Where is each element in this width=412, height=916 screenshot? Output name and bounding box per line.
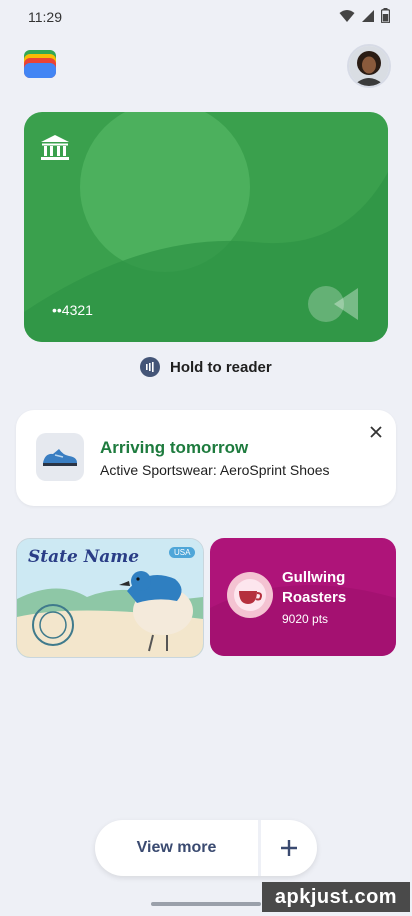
home-indicator[interactable] xyxy=(151,902,261,906)
plus-icon[interactable] xyxy=(261,820,317,876)
watermark-label: apkjust.com xyxy=(262,882,410,912)
view-more-button[interactable]: View more xyxy=(95,820,258,876)
close-icon[interactable] xyxy=(364,420,388,444)
shoe-thumbnail xyxy=(36,433,84,481)
wallet-logo[interactable] xyxy=(24,50,56,78)
id-card[interactable]: State Name USA xyxy=(16,538,204,658)
id-card-title: State Name xyxy=(28,547,140,567)
profile-avatar[interactable] xyxy=(347,44,391,88)
wifi-icon xyxy=(339,9,355,22)
battery-icon xyxy=(381,8,390,23)
bank-card[interactable]: ••4321 xyxy=(24,112,388,342)
hold-to-reader: Hold to reader xyxy=(140,356,272,378)
card-number: ••4321 xyxy=(52,302,93,318)
bottom-bar: View more xyxy=(95,820,317,876)
status-bar: 11:29 xyxy=(0,0,412,34)
loyalty-card-name: Gullwing Roasters xyxy=(282,569,347,606)
delivery-title: Arriving tomorrow xyxy=(100,438,249,457)
loyalty-card-points: 9020 pts xyxy=(282,612,329,626)
delivery-card[interactable]: Arriving tomorrow Active Sportswear: Aer… xyxy=(16,410,396,506)
nfc-icon xyxy=(140,357,160,377)
coffee-cup-icon xyxy=(227,572,273,618)
status-time: 11:29 xyxy=(28,9,62,25)
status-icons xyxy=(339,8,390,23)
card-network-logo xyxy=(308,286,358,322)
id-card-badge: USA xyxy=(169,547,196,558)
bank-icon xyxy=(41,135,69,160)
signal-icon xyxy=(362,9,374,22)
loyalty-card[interactable]: Gullwing Roasters 9020 pts xyxy=(210,538,396,656)
hold-to-reader-label: Hold to reader xyxy=(170,358,272,376)
delivery-subtitle: Active Sportswear: AeroSprint Shoes xyxy=(100,462,330,478)
